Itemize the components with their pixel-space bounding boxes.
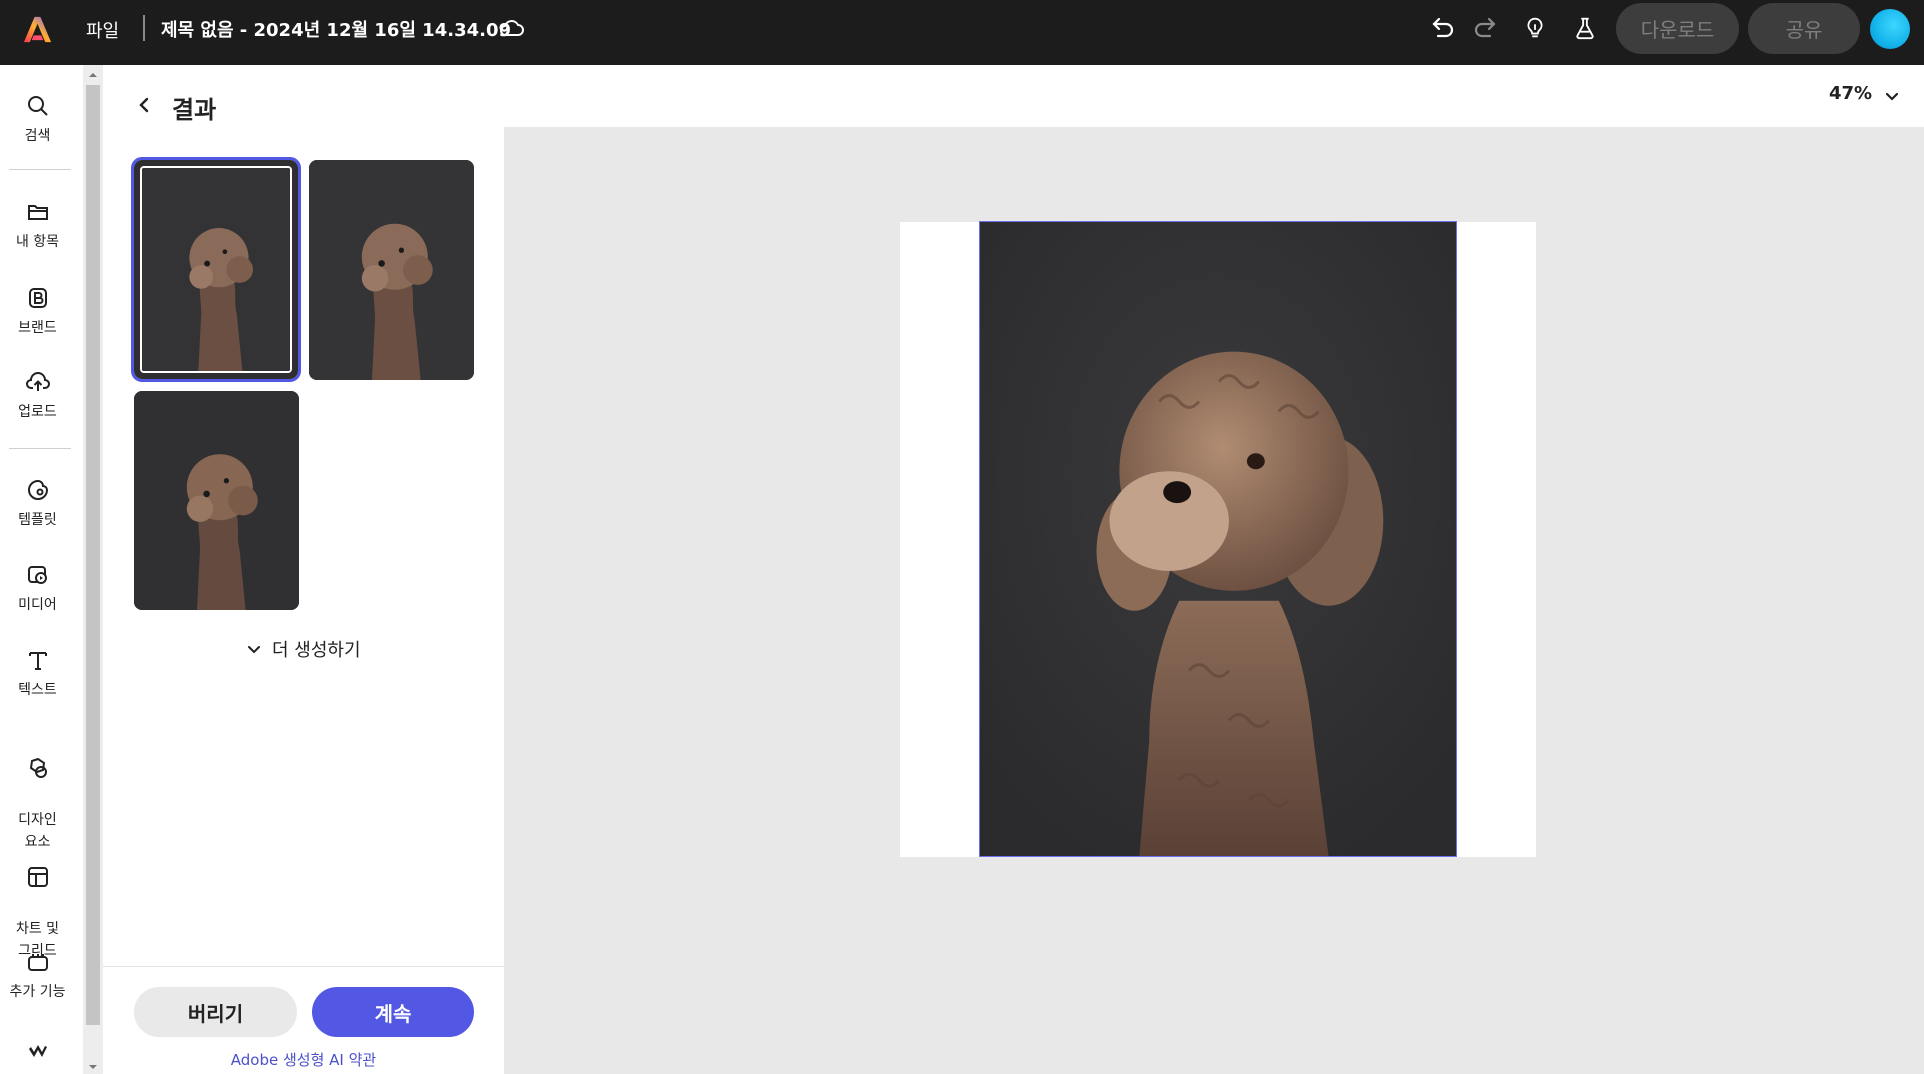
lightbulb-icon[interactable] [1520,13,1550,43]
generative-ai-terms-link[interactable]: Adobe 생성형 AI 약관 [103,1049,504,1070]
design-elements-icon [29,757,47,778]
rail-label: 내 항목 [15,234,60,250]
chart-grid-icon [27,867,48,887]
rail-label: 미디어 [18,597,57,613]
folder-icon [27,205,48,220]
rail-label: 템플릿 [18,512,57,528]
more-generate-button[interactable]: 더 생성하기 [246,636,361,662]
rail-item-brand[interactable]: 브랜드 [0,285,75,337]
result-thumbnail-1[interactable] [131,157,301,382]
rail-item-media[interactable]: 미디어 [0,562,75,614]
canvas-dog-image[interactable] [979,221,1457,857]
download-button[interactable]: 다운로드 [1616,3,1739,54]
title-separator [143,15,145,41]
canvas-toolbar [504,65,1924,127]
rail-item-upload[interactable]: 업로드 [0,369,75,421]
undo-icon[interactable] [1428,13,1458,43]
result-thumbnail-3[interactable] [134,391,299,610]
continue-button[interactable]: 계속 [312,987,474,1037]
chevron-down-icon [248,646,260,654]
dog-photo [980,222,1456,856]
zoom-level[interactable]: 47% [1829,83,1872,104]
dog-photo-thumbnail [134,391,299,610]
rail-item-text[interactable]: 텍스트 [0,647,75,699]
back-chevron-icon[interactable] [133,93,157,117]
search-icon [27,96,48,116]
text-icon [28,652,47,670]
panel-title: 결과 [172,96,217,124]
share-button[interactable]: 공유 [1748,3,1860,54]
top-bar: 파일 제목 없음 - 2024년 12월 16일 14.34.09 다운로드 공… [0,0,1924,65]
rail-item-more[interactable] [0,1039,75,1071]
result-thumbnail-2[interactable] [309,160,474,380]
rail-divider [9,448,71,449]
dog-photo-thumbnail [142,168,290,371]
rail-item-design-elements[interactable]: 디자인 요소 [0,733,75,853]
panel-footer-divider [103,966,504,967]
rail-scrollbar-thumb[interactable] [86,85,100,1025]
cloud-sync-icon[interactable] [498,14,526,42]
avatar[interactable] [1870,9,1910,49]
file-menu[interactable]: 파일 [86,17,119,43]
document-title[interactable]: 제목 없음 - 2024년 12월 16일 14.34.09 [161,16,511,42]
adobe-express-logo-icon[interactable] [22,14,53,45]
dog-photo-thumbnail [309,160,474,380]
zoom-chevron-down-icon[interactable] [1882,86,1902,106]
rail-item-templates[interactable]: 템플릿 [0,477,75,529]
rail-item-charts-grids[interactable]: 차트 및 그리드 [0,842,75,962]
brand-icon [28,288,47,308]
rail-label: 브랜드 [18,320,57,336]
flask-icon[interactable] [1570,13,1600,43]
media-icon [27,566,47,584]
template-icon [27,479,48,500]
discard-button[interactable]: 버리기 [134,987,297,1037]
rail-item-addons[interactable]: 추가 기능 [0,949,75,1001]
rail-divider [9,169,71,170]
rail-label: 텍스트 [18,682,57,698]
rail-label: 검색 [24,128,51,144]
upload-cloud-icon [25,372,50,391]
redo-icon[interactable] [1470,13,1500,43]
scroll-down-arrow-icon[interactable] [88,1063,98,1071]
rail-item-my-stuff[interactable]: 내 항목 [0,199,75,251]
addons-icon [27,954,48,971]
more-generate-label: 더 생성하기 [272,640,361,661]
rail-label: 업로드 [18,404,57,420]
scroll-up-arrow-icon[interactable] [88,71,98,79]
rail-label: 추가 기능 [9,984,66,1000]
rail-item-search[interactable]: 검색 [0,93,75,145]
left-rail: 검색 내 항목 브랜드 업로드 템플릿 미디어 텍스트 디자인 요소 차트 및 … [0,65,83,1074]
brush-icon [28,1045,47,1057]
